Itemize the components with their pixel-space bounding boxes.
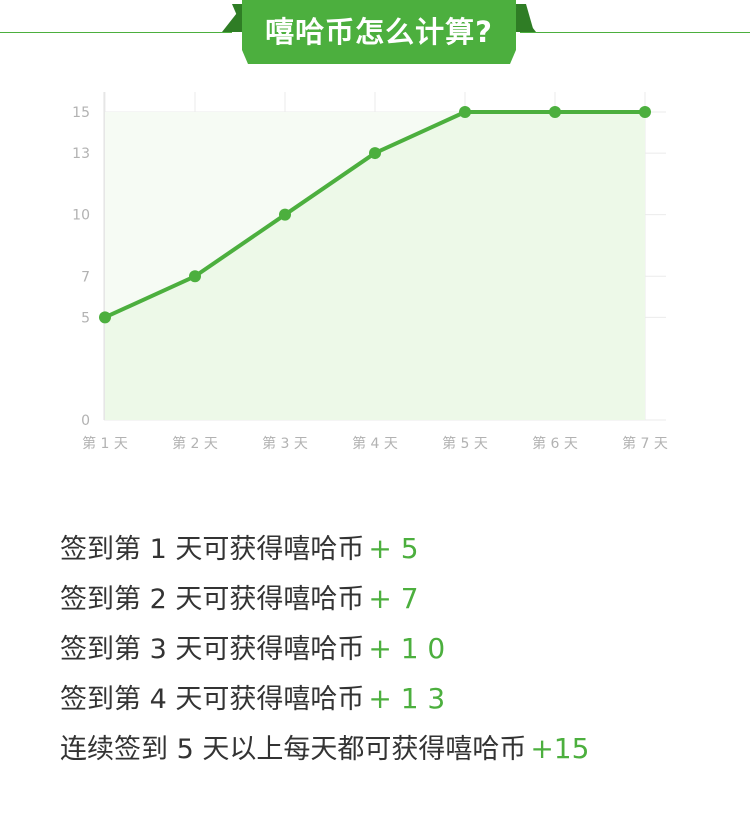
- y-tick-label: 13: [72, 146, 90, 162]
- reward-rule-item: 连续签到 5 天以上每天都可获得嘻哈币 +15: [60, 727, 740, 777]
- reward-rule-item: 签到第 1 天可获得嘻哈币 + 5: [60, 527, 740, 577]
- rule-text: 签到第 3 天可获得嘻哈币: [60, 634, 365, 665]
- data-point: [459, 106, 471, 118]
- rule-reward-value: + 1 0: [368, 632, 446, 665]
- y-tick-label: 15: [72, 105, 90, 121]
- reward-rule-item: 签到第 3 天可获得嘻哈币 + 1 0: [60, 627, 740, 677]
- title-banner: 嘻哈币怎么计算?: [222, 0, 536, 64]
- y-tick-label: 10: [72, 208, 90, 224]
- banner-line-left: [0, 32, 232, 33]
- x-tick-label: 第 6 天: [532, 435, 578, 452]
- x-tick-label: 第 5 天: [442, 435, 488, 452]
- data-point: [369, 147, 381, 160]
- x-tick-label: 第 2 天: [172, 435, 218, 452]
- rule-text: 签到第 1 天可获得嘻哈币: [60, 534, 365, 565]
- x-tick-label: 第 7 天: [622, 435, 668, 452]
- data-point: [99, 311, 111, 324]
- rule-text: 连续签到 5 天以上每天都可获得嘻哈币: [60, 734, 527, 765]
- signin-reward-chart: 0 5 7 10 13 15 第 1 天 第 2 天 第 3 天 第 4 天 第 5 天 第 6 天…: [72, 92, 668, 452]
- data-point: [189, 270, 201, 283]
- page-title: 嘻哈币怎么计算?: [265, 15, 493, 49]
- y-axis-ticks: 0 5 7 10 13 15: [72, 105, 90, 429]
- rule-reward-value: + 1 3: [368, 682, 446, 715]
- rule-text: 签到第 2 天可获得嘻哈币: [60, 584, 365, 615]
- data-point: [549, 106, 561, 118]
- x-tick-label: 第 1 天: [82, 435, 128, 452]
- rule-text: 签到第 4 天可获得嘻哈币: [60, 684, 365, 715]
- reward-rule-item: 签到第 2 天可获得嘻哈币 + 7: [60, 577, 740, 627]
- y-tick-label: 7: [81, 269, 90, 285]
- data-point: [279, 208, 291, 221]
- x-tick-label: 第 3 天: [262, 435, 308, 452]
- reward-rule-item: 签到第 4 天可获得嘻哈币 + 1 3: [60, 677, 740, 727]
- rule-reward-value: + 7: [368, 582, 419, 615]
- rule-reward-value: +15: [530, 732, 590, 765]
- y-tick-label: 0: [81, 413, 90, 429]
- banner-line-right: [520, 32, 750, 33]
- x-tick-label: 第 4 天: [352, 435, 398, 452]
- x-axis-ticks: 第 1 天 第 2 天 第 3 天 第 4 天 第 5 天 第 6 天 第 7 天: [82, 435, 668, 452]
- y-tick-label: 5: [81, 310, 90, 326]
- reward-rules-list: 签到第 1 天可获得嘻哈币 + 5 签到第 2 天可获得嘻哈币 + 7 签到第 3 天可…: [60, 527, 740, 777]
- data-point: [639, 106, 651, 118]
- rule-reward-value: + 5: [368, 532, 419, 565]
